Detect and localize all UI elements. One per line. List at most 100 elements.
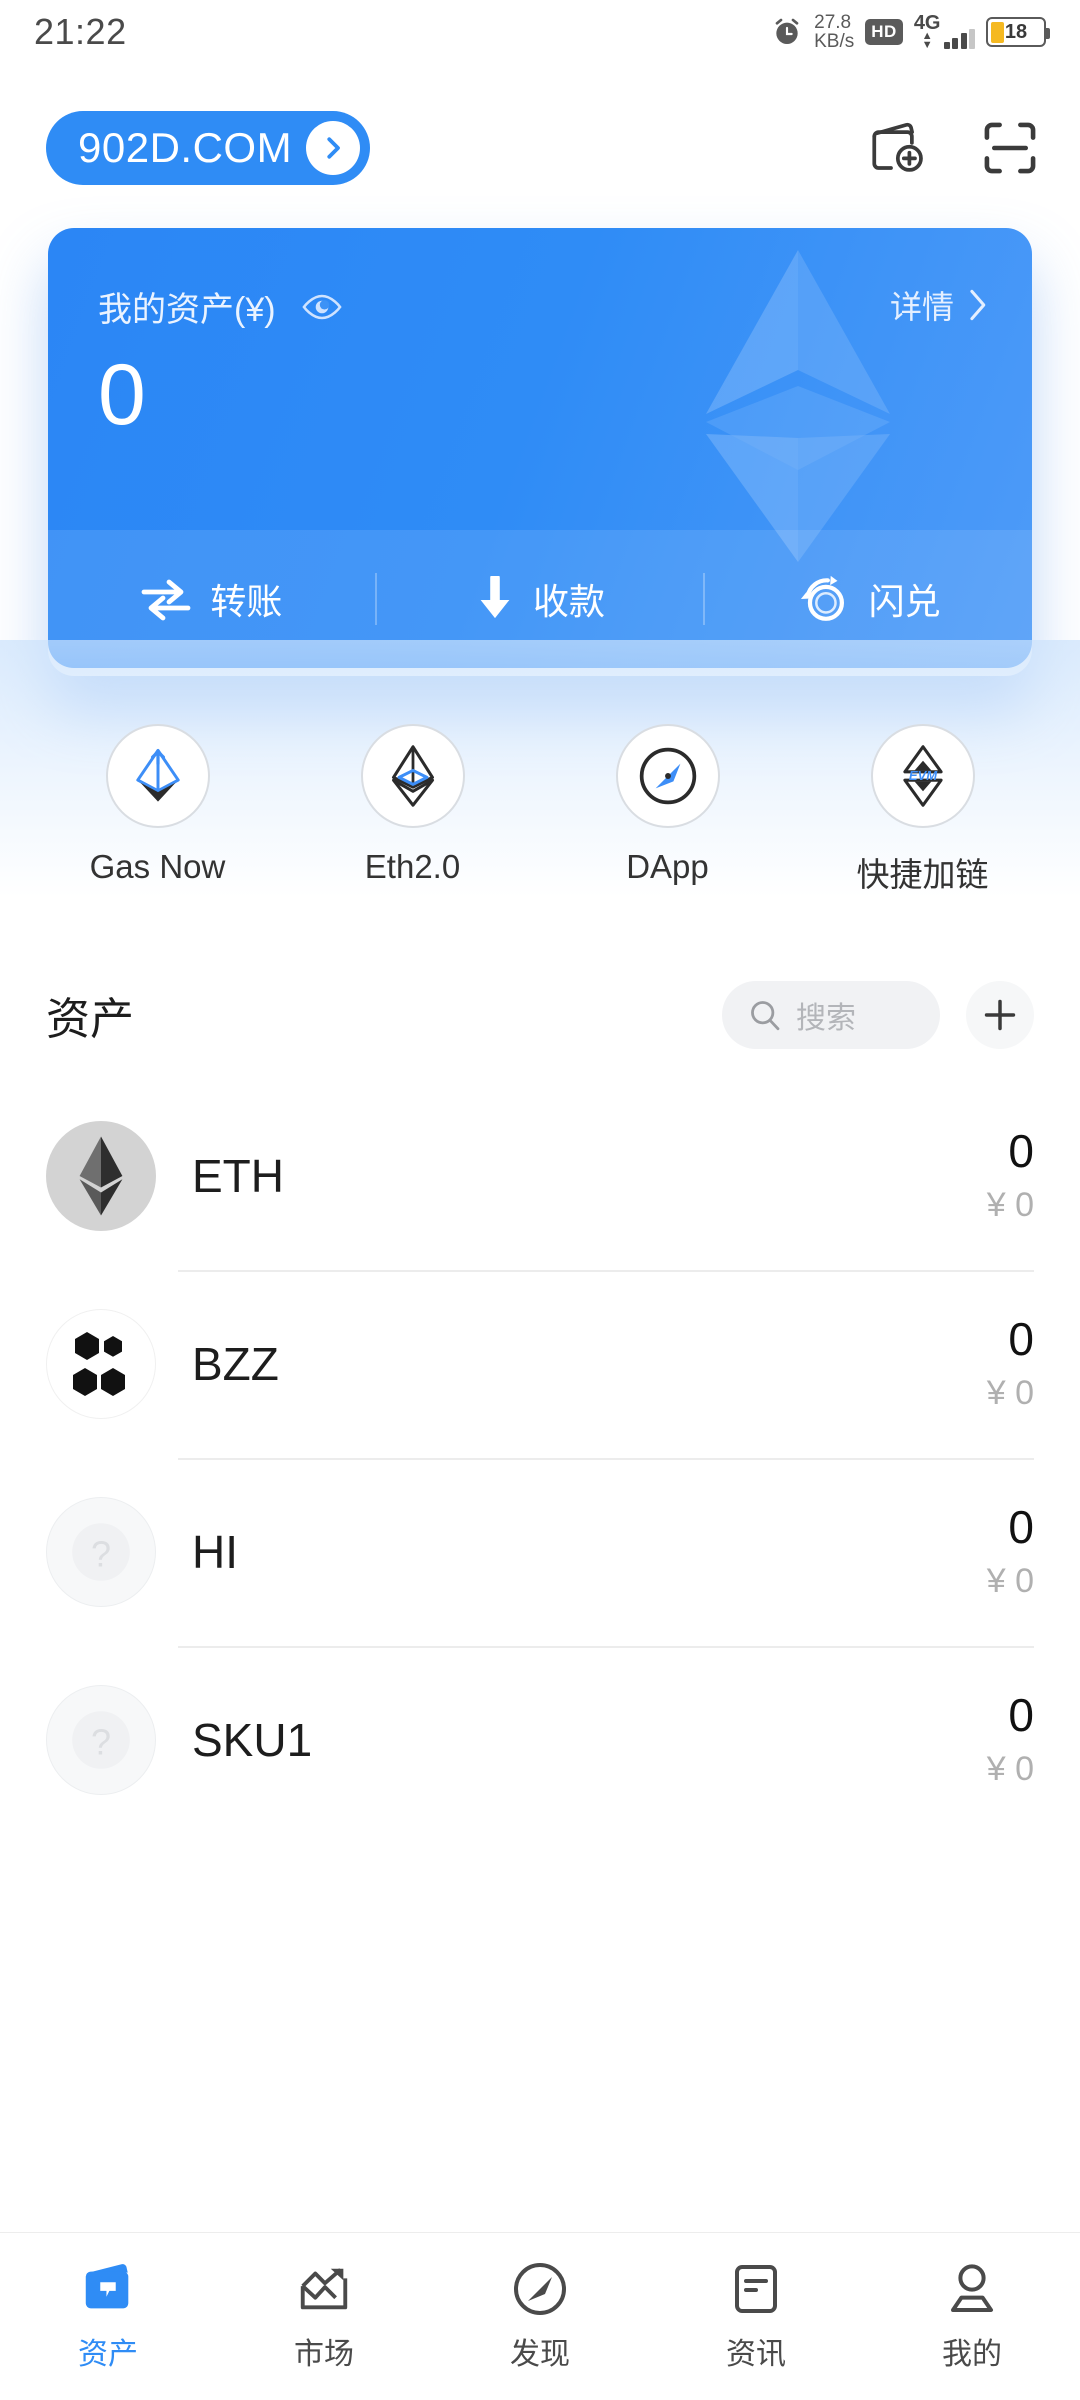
assets-header: 资产 搜索 [0,960,1080,1070]
eye-icon[interactable] [300,292,344,322]
tab-market[interactable]: 市场 [216,2261,432,2373]
speed-value: 27.8 [814,12,852,33]
receive-button[interactable]: 收款 [377,573,704,625]
app-screen: 21:22 27.8 KB/s HD 4G ▲ ▼ 18 902D.COM 我的… [0,0,1080,2400]
tab-news[interactable]: 资讯 [648,2261,864,2373]
ethereum-token-icon [46,1121,156,1231]
table-row[interactable]: ? HI 0 ¥ 0 [0,1458,1080,1646]
tab-label: 市场 [294,2337,354,2371]
person-icon [951,2263,993,2312]
signal-bars-icon [943,28,975,49]
balance-details-link[interactable]: 详情 [890,282,988,328]
chevron-right-icon [970,289,986,321]
network-speed: 27.8 KB/s [814,13,854,51]
token-fiat: ¥ 0 [986,1185,1034,1224]
search-input[interactable]: 搜索 [722,981,940,1049]
svg-text:EVM: EVM [908,768,937,783]
data-arrows-icon: ▲ ▼ [921,30,933,51]
tab-assets[interactable]: 资产 [0,2261,216,2373]
assets-tools: 搜索 [722,981,1034,1049]
tab-label: 我的 [942,2337,1002,2371]
add-token-button[interactable] [966,981,1034,1049]
wallet-icon [85,2263,129,2308]
quick-action-gas-now[interactable]: Gas Now [63,724,253,896]
wallet-add-icon[interactable] [866,118,928,178]
tab-label: 发现 [510,2337,570,2371]
eth2-icon [360,724,465,828]
tab-discover[interactable]: 发现 [432,2261,648,2373]
signal-indicator: 4G ▲ ▼ [914,13,975,51]
assets-title: 资产 [46,995,134,1044]
app-header: 902D.COM [0,96,1080,200]
token-amount: 0 [1008,1689,1034,1742]
status-bar: 21:22 27.8 KB/s HD 4G ▲ ▼ 18 [0,0,1080,64]
token-values: 0 ¥ 0 [987,1127,1034,1224]
quick-action-label: DApp [626,848,709,885]
quick-action-label: 快捷加链 [856,856,989,893]
chevron-right-icon[interactable] [306,121,361,175]
quick-action-label: Eth2.0 [364,848,461,885]
wallet-name-label: 902D.COM [78,124,293,171]
asset-list: ETH 0 ¥ 0 BZZ 0 ¥ 0 ? HI 0 ¥ 0 ? SKU1 0 … [0,1082,1080,1834]
arrow-down-icon [480,576,510,619]
balance-label-row: 我的资产(¥) [98,282,344,331]
header-actions [866,118,1040,178]
tab-label: 资讯 [726,2337,786,2371]
svg-text:?: ? [91,1721,111,1762]
token-fiat: ¥ 0 [986,1373,1034,1412]
battery-icon: 18 [986,17,1050,47]
speed-unit: KB/s [814,31,855,52]
balance-label: 我的资产(¥) [98,291,276,329]
compass-icon [514,2262,566,2315]
alarm-clock-icon [775,18,799,44]
token-fiat: ¥ 0 [986,1749,1034,1788]
quick-action-label: Gas Now [89,848,226,885]
token-values: 0 ¥ 0 [987,1503,1034,1600]
scan-qr-icon[interactable] [980,118,1040,178]
news-icon [735,2264,777,2313]
token-symbol: HI [192,1526,238,1578]
wallet-selector-button[interactable]: 902D.COM [46,111,371,185]
status-icons: 27.8 KB/s HD 4G ▲ ▼ 18 [771,13,1050,51]
tab-profile[interactable]: 我的 [864,2261,1080,2373]
table-row[interactable]: BZZ 0 ¥ 0 [0,1270,1080,1458]
table-row[interactable]: ? SKU1 0 ¥ 0 [0,1646,1080,1834]
token-amount: 0 [1008,1501,1034,1554]
quick-action-add-chain[interactable]: EVM 快捷加链 [828,724,1018,896]
unknown-token-icon: ? [46,1497,156,1607]
search-icon [751,1001,780,1031]
status-time: 21:22 [34,11,127,52]
balance-amount: 0 [98,347,146,443]
flash-swap-button[interactable]: 闪兑 [705,573,1032,625]
details-label: 详情 [889,289,954,325]
transfer-arrows-icon [141,579,191,621]
token-symbol: BZZ [192,1338,279,1390]
compass-icon [615,724,720,828]
quick-action-eth2[interactable]: Eth2.0 [318,724,508,896]
tab-label: 资产 [78,2337,138,2371]
token-amount: 0 [1008,1125,1034,1178]
quick-actions-row: Gas Now Eth2.0 DApp EVM 快捷加链 [0,724,1080,896]
balance-card: 我的资产(¥) 0 详情 转账 收款 闪兑 [48,228,1032,668]
plus-icon [984,999,1016,1031]
bottom-tab-bar: 资产 市场 发现 资讯 我的 [0,2232,1080,2400]
table-row[interactable]: ETH 0 ¥ 0 [0,1082,1080,1270]
swarm-token-icon [46,1309,156,1419]
svg-text:?: ? [91,1533,111,1574]
hd-badge: HD [865,19,903,45]
token-symbol: ETH [192,1150,284,1202]
receive-label: 收款 [533,581,606,622]
token-amount: 0 [1008,1313,1034,1366]
evm-chain-icon: EVM [870,724,975,828]
quick-action-dapp[interactable]: DApp [573,724,763,896]
search-placeholder: 搜索 [796,1002,856,1035]
token-values: 0 ¥ 0 [987,1691,1034,1788]
flash-swap-icon [800,575,844,621]
token-values: 0 ¥ 0 [987,1315,1034,1412]
unknown-token-icon: ? [46,1685,156,1795]
transfer-button[interactable]: 转账 [48,573,375,625]
token-symbol: SKU1 [192,1714,313,1766]
token-fiat: ¥ 0 [986,1561,1034,1600]
battery-percent: 18 [1004,20,1028,43]
chart-up-icon [300,2267,348,2309]
